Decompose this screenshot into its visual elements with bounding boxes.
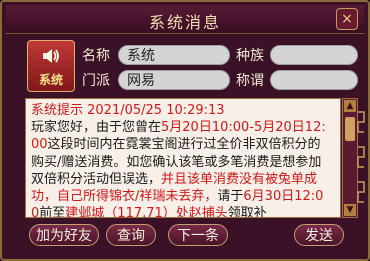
message-box[interactable]: 系统提示 2021/05/25 10:29:13 玩家您好，由于您曾在5月20日… — [25, 98, 341, 218]
window-title: 系统消息 — [148, 13, 221, 32]
next-button[interactable]: 下一条 — [168, 224, 228, 246]
message-part-4: 请于 — [217, 189, 244, 205]
speaker-icon — [43, 49, 59, 63]
send-button[interactable]: 发送 — [294, 224, 344, 246]
title-label: 称谓 — [236, 73, 264, 89]
sect-field: 网易 — [118, 70, 230, 90]
border-ornament-icon — [357, 111, 365, 203]
message-location: 建邺城（117,71）处赵捕头 — [65, 206, 228, 218]
message-text: 系统提示 2021/05/25 10:29:13 玩家您好，由于您曾在5月20日… — [31, 102, 331, 218]
system-badge: 系统 — [27, 40, 75, 92]
query-button[interactable]: 查询 — [106, 224, 156, 246]
title-field — [270, 70, 358, 90]
scroll-down-button[interactable]: ▼ — [344, 204, 356, 216]
message-part-1: 玩家您好，由于您曾在 — [31, 120, 162, 136]
system-message-window: 系统消息 × 系统 名称 系统 种族 门派 网易 称谓 系统提示 2021/05… — [0, 0, 370, 261]
message-part-5: 前至 — [39, 206, 66, 218]
scroll-thumb[interactable] — [345, 117, 355, 141]
close-button[interactable]: × — [336, 8, 358, 30]
title-bar[interactable]: 系统消息 × — [6, 5, 364, 34]
sect-label: 门派 — [82, 73, 110, 89]
system-badge-label: 系统 — [38, 73, 63, 87]
message-header: 系统提示 2021/05/25 10:29:13 — [31, 103, 225, 118]
scroll-up-button[interactable]: ▲ — [344, 100, 356, 112]
name-label: 名称 — [82, 48, 110, 64]
add-friend-button[interactable]: 加为好友 — [29, 224, 99, 246]
race-field — [270, 45, 358, 65]
race-label: 种族 — [236, 48, 264, 64]
name-field: 系统 — [118, 45, 230, 65]
message-part-6: 领取补 — [227, 206, 267, 218]
